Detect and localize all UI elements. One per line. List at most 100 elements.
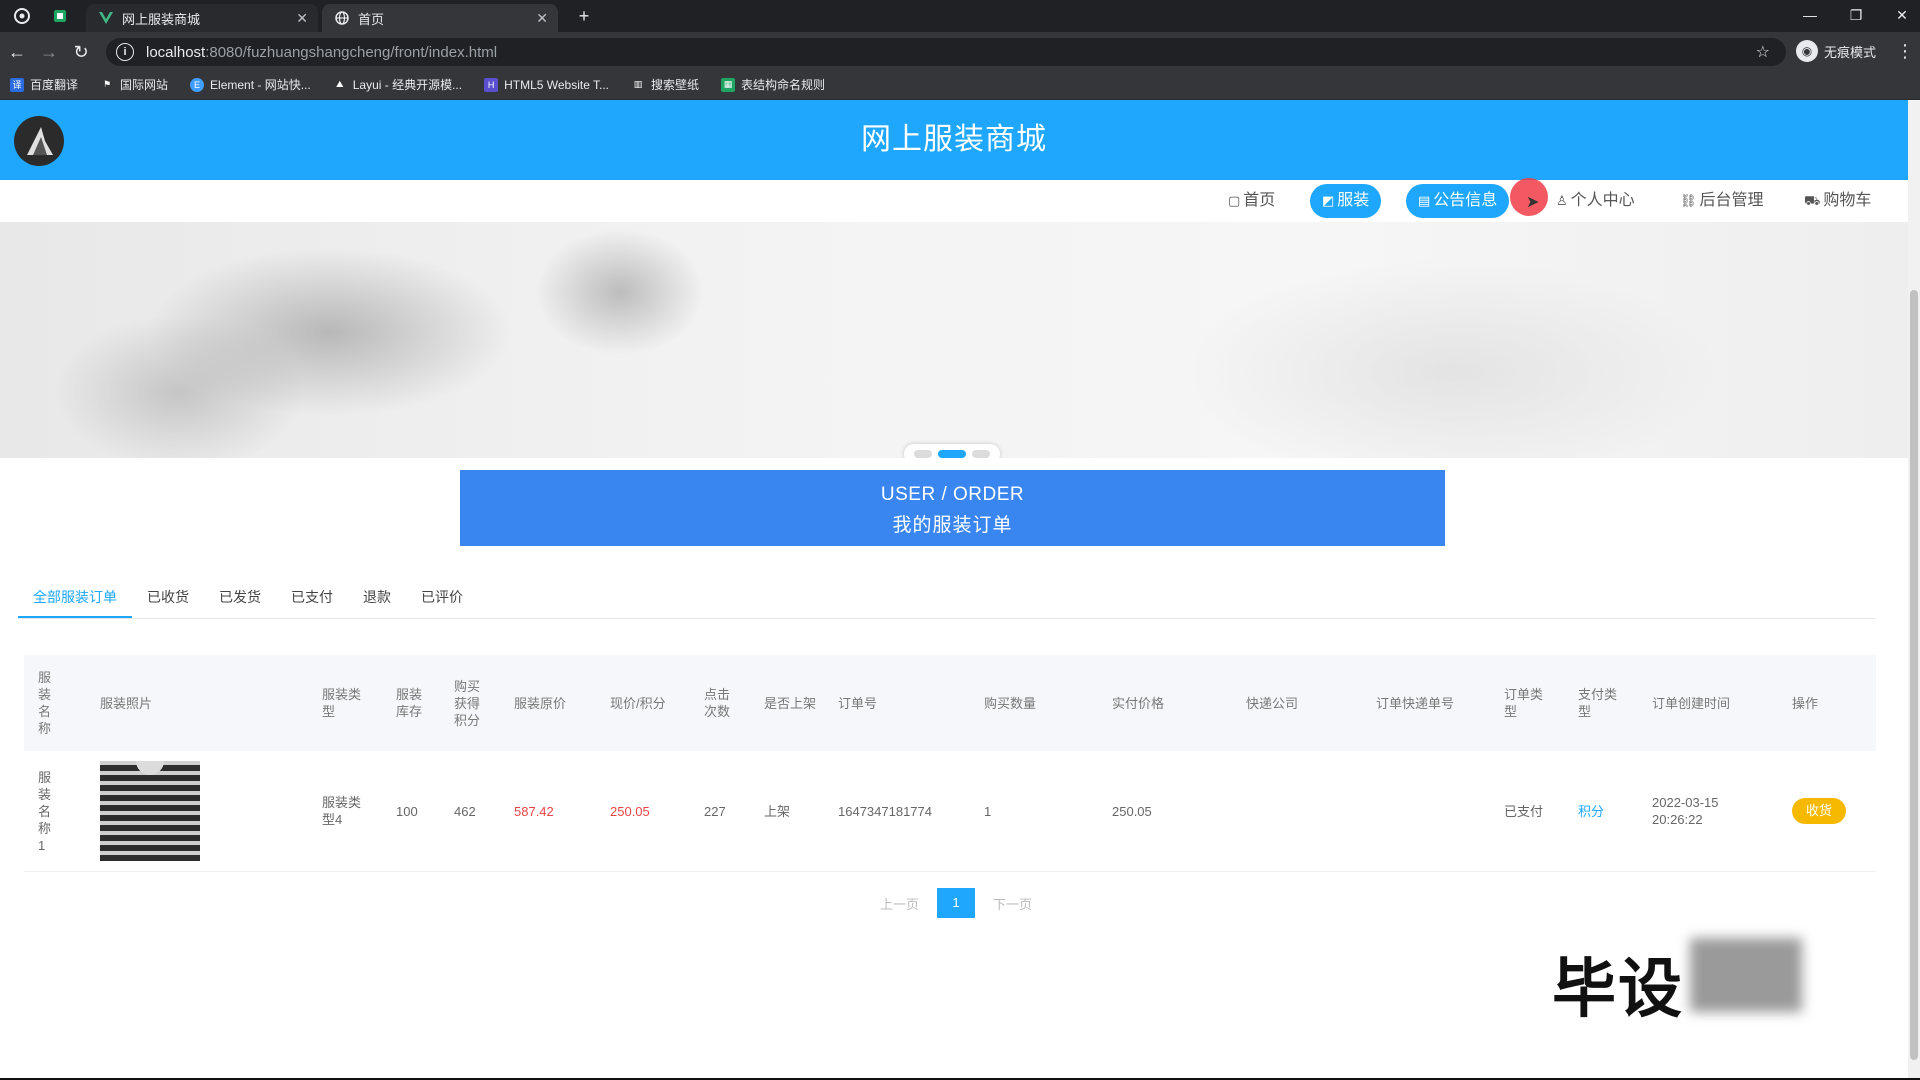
col-header: 购买数量	[984, 695, 1037, 711]
bookmark-star-icon[interactable]: ☆	[1756, 42, 1770, 62]
browser-menu-icon[interactable]: ⋮	[1896, 41, 1914, 62]
section-title-box: USER / ORDER 我的服装订单	[460, 470, 1445, 546]
col-header: 订单号	[838, 695, 878, 711]
col-header: 服装名称	[38, 670, 52, 736]
cell-points: 462	[454, 803, 476, 819]
receive-button[interactable]: 收货	[1792, 798, 1847, 824]
cell-express-no	[1374, 751, 1484, 871]
url-host: localhost	[146, 43, 206, 61]
page-number-current[interactable]: 1	[937, 888, 976, 918]
nav-profile[interactable]: ♙ 个人中心	[1548, 184, 1643, 218]
col-header: 快递公司	[1246, 695, 1299, 711]
close-window-icon[interactable]: ✕	[1886, 4, 1918, 26]
table-row[interactable]: 服装名称1 服装类型4 100 462 587.42 250.05 227 上架…	[24, 751, 1876, 872]
orders-table: 服装名称 服装照片 服装类型 服装库存 购买获得积分 服装原价 现价/积分 点击…	[24, 655, 1876, 872]
bookmark-item[interactable]: E Element - 网站快...	[190, 76, 311, 93]
cell-action: 收货	[1790, 751, 1870, 871]
url-path: :8080/fuzhuangshangcheng/front/index.htm…	[205, 43, 498, 61]
bookmark-item[interactable]: H HTML5 Website T...	[484, 77, 609, 92]
tab-store[interactable]: 网上服装商城 ✕	[86, 4, 318, 32]
close-icon[interactable]: ✕	[536, 10, 548, 27]
col-header: 订单类型	[1504, 687, 1544, 719]
col-header: 是否上架	[764, 695, 817, 711]
cell-name: 服装名称1	[38, 769, 52, 853]
restore-icon[interactable]: ❐	[1840, 4, 1872, 26]
carousel-dot[interactable]	[972, 450, 990, 458]
product-thumbnail[interactable]	[100, 761, 200, 861]
tab-title: 网上服装商城	[122, 11, 201, 27]
col-header: 服装照片	[100, 695, 153, 711]
tab-home[interactable]: 首页 ✕	[322, 4, 558, 32]
prev-page-button[interactable]: 上一页	[880, 894, 919, 913]
page-scrollbar[interactable]	[1908, 100, 1920, 1078]
main-nav: ▢ 首页 ◩ 服装 ▤ 公告信息 ♙ 个人中心 ⛓ 后台管理 ⛟ 购物车	[0, 180, 1908, 222]
forward-arrow-icon[interactable]: →	[38, 41, 60, 63]
col-header: 订单创建时间	[1652, 695, 1731, 711]
tab-title: 首页	[358, 11, 385, 27]
vue-logo-icon	[98, 10, 114, 26]
nav-cart[interactable]: ⛟ 购物车	[1796, 184, 1879, 218]
bookmark-item[interactable]: 译百度翻译	[10, 76, 78, 93]
col-header: 实付价格	[1112, 695, 1165, 711]
cell-order-no: 1647347181774	[838, 803, 932, 819]
home-icon: ▢	[1228, 193, 1241, 208]
incognito-label: 无痕模式	[1824, 44, 1877, 60]
layui-logo-icon: ⛰	[335, 79, 344, 89]
close-icon[interactable]: ✕	[296, 10, 308, 27]
cell-paid: 250.05	[1112, 803, 1152, 819]
chrome-app-icon[interactable]	[12, 6, 32, 26]
col-header: 购买获得积分	[454, 678, 481, 728]
col-header: 现价/积分	[610, 695, 666, 711]
link-icon: ⛓	[1680, 193, 1697, 208]
watermark-blur	[1690, 938, 1802, 1012]
nav-clothing[interactable]: ◩ 服装	[1310, 184, 1382, 218]
incognito-indicator[interactable]: ◉ 无痕模式	[1796, 39, 1876, 63]
pay-type-text: 积分	[1578, 803, 1605, 819]
bookmark-item[interactable]: ▥ 搜索壁纸	[631, 76, 699, 93]
bookmark-item[interactable]: ▦ 表结构命名规则	[721, 76, 825, 93]
pagination: 上一页 1 下一页	[880, 888, 1032, 918]
cell-type: 服装类型4	[322, 795, 362, 827]
next-page-button[interactable]: 下一页	[993, 894, 1032, 913]
site-info-icon[interactable]: i	[116, 43, 134, 61]
user-icon: ♙	[1556, 193, 1568, 208]
cell-created: 2022-03-15 20:26:22	[1652, 795, 1719, 827]
nav-admin[interactable]: ⛓ 后台管理	[1672, 184, 1772, 218]
reload-icon[interactable]: ↻	[70, 41, 92, 63]
cell-current-price: 250.05	[610, 803, 650, 819]
tab-refund[interactable]: 退款	[348, 578, 406, 616]
minimize-icon[interactable]: —	[1794, 4, 1826, 26]
tab-received[interactable]: 已收货	[132, 578, 204, 616]
globe-icon	[334, 10, 350, 26]
translate-icon: 译	[10, 77, 24, 92]
cursor-icon: ➤	[1526, 194, 1540, 211]
scrollbar-thumb[interactable]	[1910, 290, 1918, 1060]
tab-paid[interactable]: 已支付	[276, 578, 348, 616]
col-header: 服装类型	[322, 687, 362, 719]
cell-on-shelf: 上架	[764, 803, 791, 819]
cell-photo[interactable]	[98, 751, 218, 871]
table-header: 服装名称 服装照片 服装类型 服装库存 购买获得积分 服装原价 现价/积分 点击…	[24, 655, 1876, 751]
bookmark-item[interactable]: ⚑ 国际网站	[100, 76, 168, 93]
new-tab-button[interactable]: +	[574, 6, 594, 26]
spreadsheet-tab-icon[interactable]	[50, 6, 70, 26]
page-viewport: 网上服装商城 ▢ 首页 ◩ 服装 ▤ 公告信息 ♙ 个人中心 ⛓ 后台管理 ⛟ 购物车 ➤ …	[0, 100, 1908, 1078]
back-arrow-icon[interactable]: ←	[6, 41, 28, 63]
bookmark-item[interactable]: ⛰ Layui - 经典开源模...	[333, 76, 462, 93]
col-header: 点击次数	[704, 687, 731, 719]
site-title: 网上服装商城	[861, 123, 1047, 156]
tab-shipped[interactable]: 已发货	[204, 578, 276, 616]
wallpaper-icon: ▥	[633, 79, 643, 89]
hero-banner[interactable]	[0, 222, 1908, 458]
nav-announcements[interactable]: ▤ 公告信息	[1406, 184, 1510, 218]
col-header: 服装原价	[514, 695, 567, 711]
tab-all-orders[interactable]: 全部服装订单	[18, 578, 132, 618]
url-input[interactable]: i localhost :8080/fuzhuangshangcheng/fro…	[106, 38, 1786, 66]
flag-icon: ⚑	[102, 79, 112, 89]
nav-home[interactable]: ▢ 首页	[1220, 184, 1283, 218]
cell-order-type: 已支付	[1504, 803, 1544, 819]
carousel-dot[interactable]	[914, 450, 932, 458]
address-bar: ← → ↻ i localhost :8080/fuzhuangshangche…	[0, 32, 1920, 70]
tab-reviewed[interactable]: 已评价	[406, 578, 478, 616]
carousel-dot-active[interactable]	[938, 450, 966, 458]
